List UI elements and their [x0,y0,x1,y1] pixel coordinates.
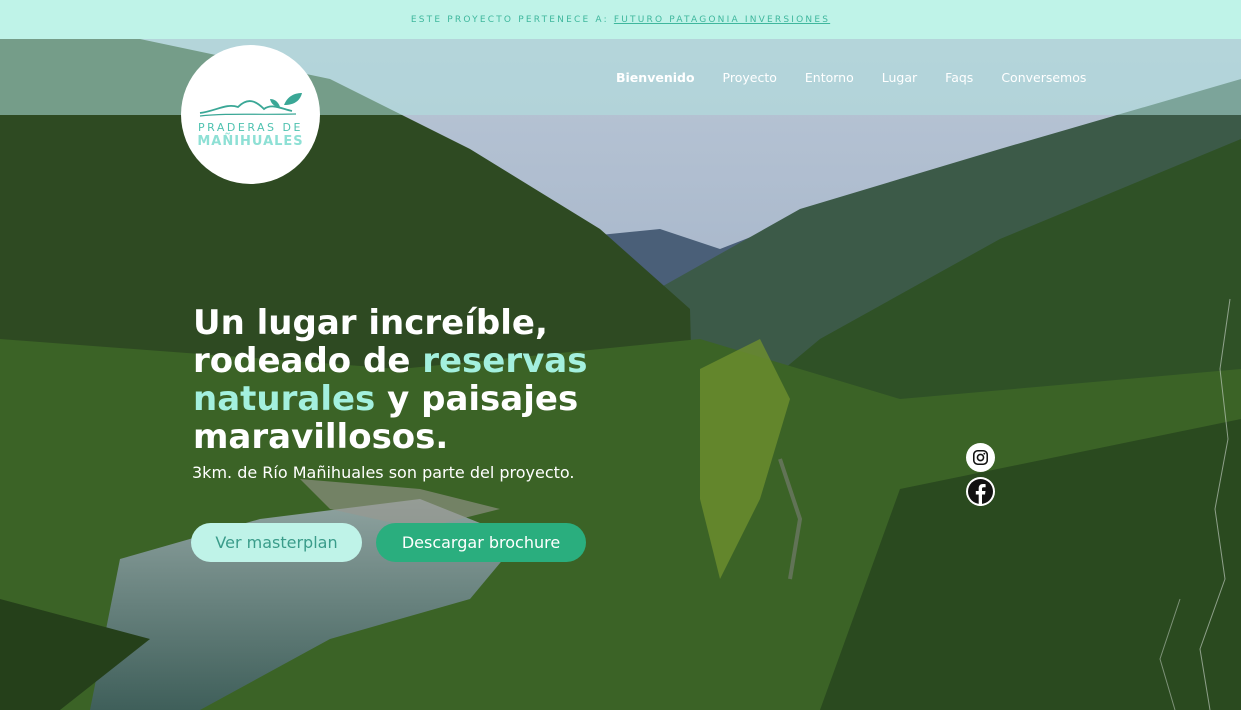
facebook-icon[interactable] [966,477,995,506]
hero-headline: Un lugar increíble, rodeado de reservas … [193,304,623,456]
nav-item-conversemos[interactable]: Conversemos [1001,70,1086,85]
logo-line-1: PRADERAS DE [198,120,303,134]
headline-line-1: Un lugar increíble, [193,303,548,343]
headline-line-2a: rodeado de [193,341,423,381]
owner-link[interactable]: FUTURO PATAGONIA INVERSIONES [614,15,830,25]
brochure-button[interactable]: Descargar brochure [376,523,586,562]
nav-item-faqs[interactable]: Faqs [945,70,973,85]
headline-line-4: maravillosos. [193,417,449,457]
hero-subtitle: 3km. de Río Mañihuales son parte del pro… [192,463,575,482]
headline-line-3b: y paisajes [375,379,579,419]
mountain-leaf-icon [199,92,302,117]
announcement-bar: ESTE PROYECTO PERTENECE A: FUTURO PATAGO… [0,0,1241,39]
announcement-text: ESTE PROYECTO PERTENECE A: [410,14,609,25]
nav-item-bienvenido[interactable]: Bienvenido [616,70,695,85]
masterplan-button[interactable]: Ver masterplan [191,523,362,562]
headline-highlight-2: naturales [193,379,376,419]
nav-item-entorno[interactable]: Entorno [805,70,854,85]
site-logo[interactable]: PRADERAS DE MAÑIHUALES [181,45,320,184]
instagram-icon[interactable] [966,443,995,472]
nav-item-proyecto[interactable]: Proyecto [723,70,777,85]
main-nav: Bienvenido Proyecto Entorno Lugar Faqs C… [616,70,1114,85]
nav-item-lugar[interactable]: Lugar [882,70,917,85]
logo-line-2: MAÑIHUALES [197,133,304,149]
headline-highlight-1: reservas [422,341,588,381]
